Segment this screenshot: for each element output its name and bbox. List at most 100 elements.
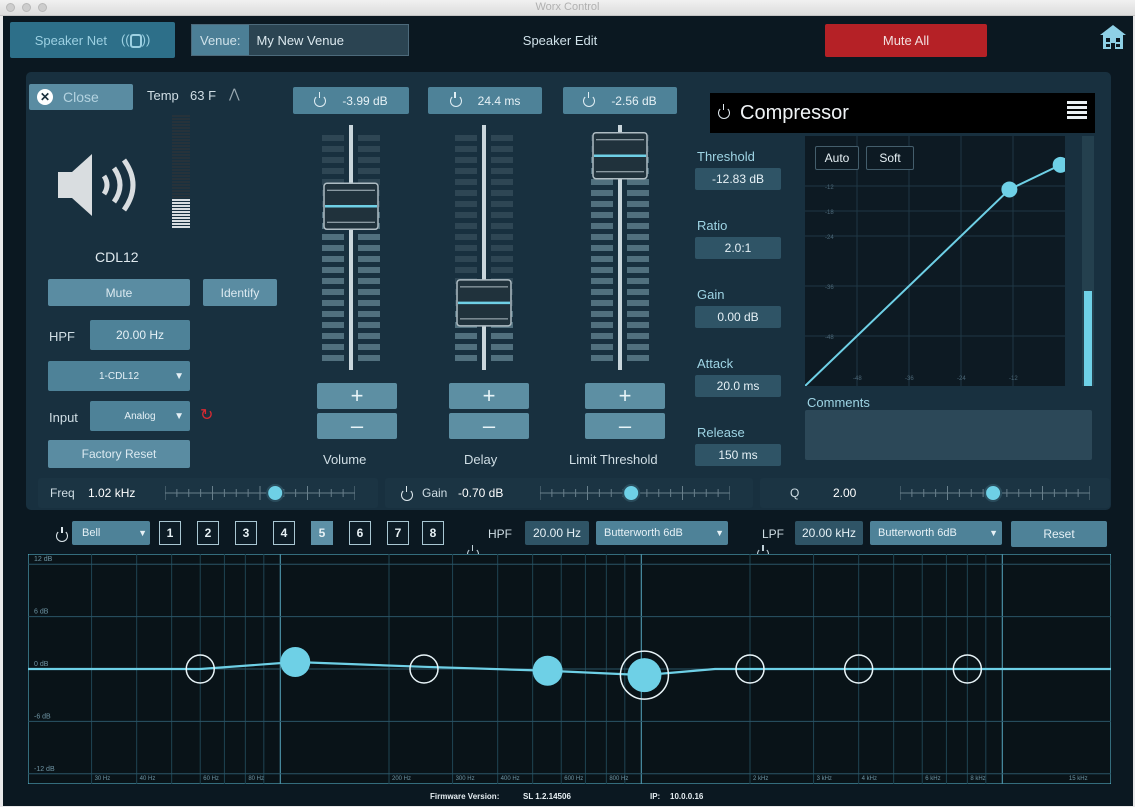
close-label: Close xyxy=(63,89,99,105)
eq-band-5-handle[interactable] xyxy=(619,650,670,700)
eq-reset-button[interactable]: Reset xyxy=(1011,521,1107,547)
limit-threshold-value-button[interactable]: -2.56 dB xyxy=(563,87,677,114)
fader-tick xyxy=(627,223,649,229)
limit-plus-button[interactable]: + xyxy=(585,383,665,409)
link-icon[interactable]: ↻ xyxy=(200,405,213,425)
home-icon[interactable] xyxy=(1099,24,1127,50)
menu-list-icon[interactable] xyxy=(1067,101,1087,119)
threshold-handle[interactable] xyxy=(1001,181,1018,198)
speaker-net-button[interactable]: Speaker Net (()) xyxy=(10,22,175,58)
firmware-label: Firmware Version: xyxy=(430,792,500,801)
release-field[interactable]: 150 ms xyxy=(695,444,781,466)
fader-tick xyxy=(455,179,477,185)
soft-button[interactable]: Soft xyxy=(866,146,914,170)
delay-value-button[interactable]: 24.4 ms xyxy=(428,87,542,114)
ratio-label: Ratio xyxy=(697,218,728,233)
slider-knob[interactable] xyxy=(266,484,285,502)
fader-tick xyxy=(591,190,613,196)
fader-handle[interactable] xyxy=(323,182,379,231)
threshold-field[interactable]: -12.83 dB xyxy=(695,168,781,190)
gain-field[interactable]: 0.00 dB xyxy=(695,306,781,328)
band-7-button[interactable]: 7 xyxy=(387,521,409,545)
fader-tick xyxy=(358,300,380,306)
fader-tick xyxy=(455,355,477,361)
hpf-field[interactable]: 20.00 Hz xyxy=(90,320,190,350)
delay-plus-button[interactable]: + xyxy=(449,383,529,409)
eq-band-4-handle[interactable] xyxy=(532,655,563,686)
fader-tick xyxy=(358,146,380,152)
power-icon[interactable] xyxy=(401,485,413,501)
volume-value-button[interactable]: -3.99 dB xyxy=(293,87,409,114)
fader-tick xyxy=(322,146,344,152)
fader-tick xyxy=(591,311,613,317)
dropdown-arrow-icon: ▼ xyxy=(174,370,184,382)
fader-tick xyxy=(322,245,344,251)
hpf-type-select[interactable]: Butterworth 6dB ▼ xyxy=(596,521,728,545)
meter-segment xyxy=(172,166,190,168)
limit-minus-button[interactable]: – xyxy=(585,413,665,439)
meter-segment xyxy=(172,133,190,135)
limit-threshold-fader[interactable] xyxy=(590,125,650,375)
filter-type-select[interactable]: Bell ▼ xyxy=(72,521,150,545)
band-5-button[interactable]: 5 xyxy=(311,521,333,545)
freq-label: 80 Hz xyxy=(248,776,264,782)
band-6-button[interactable]: 6 xyxy=(349,521,371,545)
fader-tick xyxy=(322,267,344,273)
band-1-button[interactable]: 1 xyxy=(159,521,181,545)
band-2-button[interactable]: 2 xyxy=(197,521,219,545)
fader-tick xyxy=(455,344,477,350)
band-4-button[interactable]: 4 xyxy=(273,521,295,545)
fader-tick xyxy=(455,168,477,174)
power-icon[interactable] xyxy=(718,104,730,119)
meter-segment xyxy=(172,148,190,150)
input-select[interactable]: Analog ▼ xyxy=(90,401,190,431)
close-button[interactable]: ✕ Close xyxy=(29,84,133,110)
freq-label: 15 kHz xyxy=(1069,776,1088,782)
speaker-icon xyxy=(58,154,136,216)
auto-button[interactable]: Auto xyxy=(815,146,859,170)
factory-reset-button[interactable]: Factory Reset xyxy=(48,440,190,468)
venue-name: My New Venue xyxy=(256,32,344,48)
compressor-curve-graph[interactable]: -12 -18 -24 -36 -48 -48 -36 -24 -12 xyxy=(805,136,1065,386)
ratio-field[interactable]: 2.0:1 xyxy=(695,237,781,259)
identify-button[interactable]: Identify xyxy=(203,279,277,306)
slider-knob[interactable] xyxy=(984,484,1003,502)
freq-slider[interactable] xyxy=(164,484,356,502)
meter-segment xyxy=(172,211,190,213)
fader-tick xyxy=(627,300,649,306)
q-slider[interactable] xyxy=(899,484,1091,502)
venue-selector[interactable]: Venue: My New Venue xyxy=(191,24,409,56)
eq-curve-graph[interactable]: 12 dB 6 dB 0 dB -6 dB -12 dB 30 Hz 40 Hz 60 Hz 8… xyxy=(28,554,1111,784)
mute-all-button[interactable]: Mute All xyxy=(825,24,987,57)
delay-fader[interactable] xyxy=(454,125,514,375)
fader-tick xyxy=(455,223,477,229)
gain-slider[interactable] xyxy=(539,484,731,502)
volume-minus-button[interactable]: – xyxy=(317,413,397,439)
delay-minus-button[interactable]: – xyxy=(449,413,529,439)
dropdown-arrow-icon: ▼ xyxy=(138,528,147,538)
meter-segment xyxy=(172,130,190,132)
band-3-button[interactable]: 3 xyxy=(235,521,257,545)
slider-knob[interactable] xyxy=(622,484,641,502)
meter-segment xyxy=(172,142,190,144)
fader-tick xyxy=(455,267,477,273)
lpf-eq-field[interactable]: 20.00 kHz xyxy=(795,521,863,545)
attack-field[interactable]: 20.0 ms xyxy=(695,375,781,397)
volume-fader[interactable] xyxy=(321,125,381,375)
fader-tick xyxy=(491,333,513,339)
hpf-eq-field[interactable]: 20.00 Hz xyxy=(525,521,589,545)
fader-tick xyxy=(491,168,513,174)
comments-field[interactable] xyxy=(805,410,1092,460)
fader-tick xyxy=(627,245,649,251)
volume-plus-button[interactable]: + xyxy=(317,383,397,409)
preset-select[interactable]: 1-CDL12 ▼ xyxy=(48,361,190,391)
band-8-button[interactable]: 8 xyxy=(422,521,444,545)
eq-band-2-handle[interactable] xyxy=(280,647,311,678)
meter-segment xyxy=(172,151,190,153)
lpf-type-select[interactable]: Butterworth 6dB ▼ xyxy=(870,521,1002,545)
freq-label: 300 Hz xyxy=(456,776,475,782)
fader-handle[interactable] xyxy=(592,131,648,180)
fader-handle[interactable] xyxy=(456,279,512,327)
mute-button[interactable]: Mute xyxy=(48,279,190,306)
temp-label: Temp xyxy=(147,88,179,103)
